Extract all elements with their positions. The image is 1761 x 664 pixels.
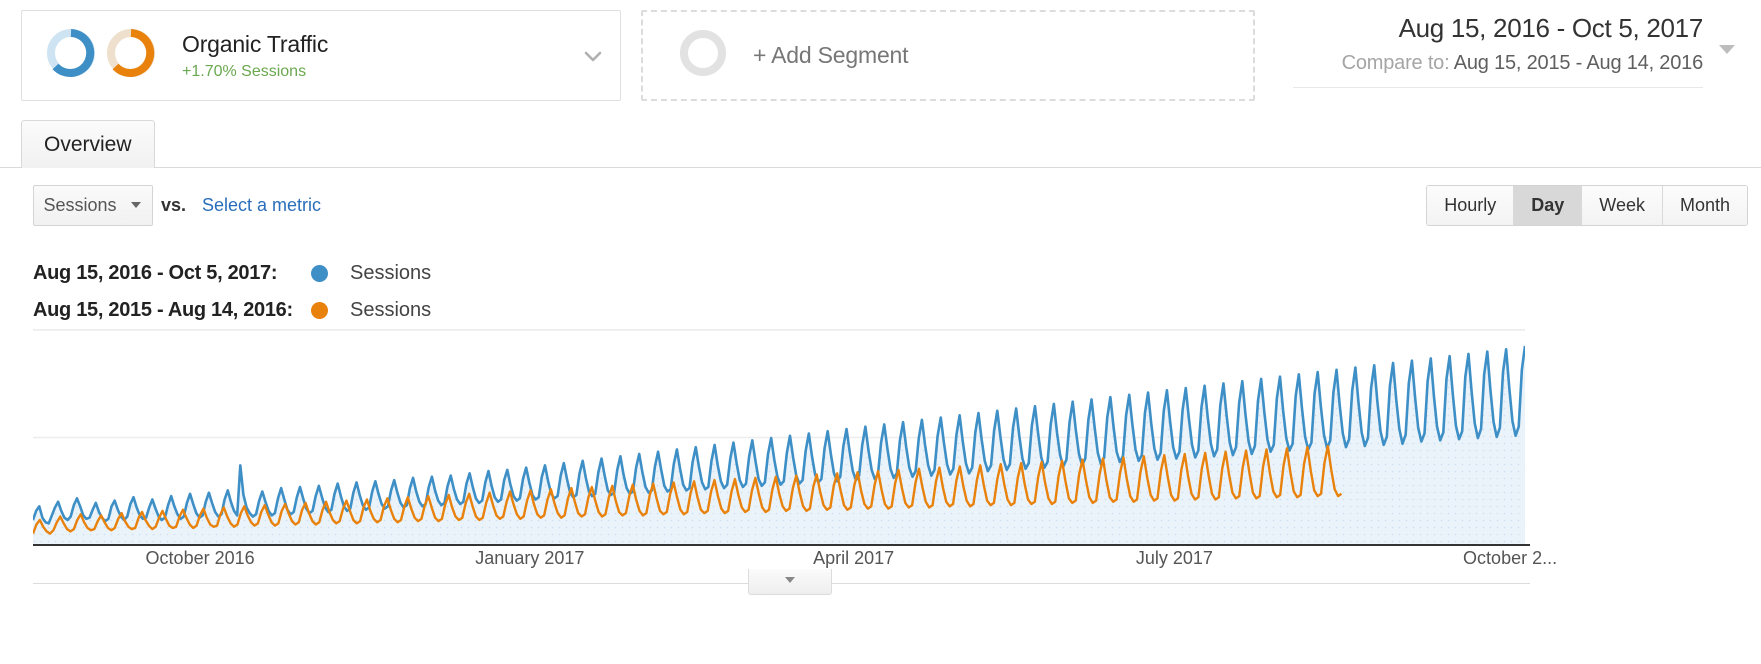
add-segment-button[interactable]: + Add Segment	[641, 10, 1255, 101]
chart-svg	[33, 330, 1525, 545]
date-range-compare: Compare to: Aug 15, 2015 - Aug 14, 2016	[1267, 48, 1704, 78]
metric-select-sessions[interactable]: Sessions	[33, 185, 153, 226]
metric-select-label: Sessions	[43, 195, 117, 215]
x-axis-tick-label: July 2017	[1135, 548, 1213, 568]
tab-strip: Overview	[0, 113, 1761, 168]
granularity-month[interactable]: Month	[1662, 186, 1747, 225]
granularity-month-label: Month	[1679, 195, 1730, 215]
granularity-hourly-label: Hourly	[1444, 195, 1497, 215]
add-segment-label: + Add Segment	[753, 42, 909, 68]
donut-blue-icon	[42, 24, 100, 87]
vs-label: vs.	[161, 195, 187, 215]
legend-row-compare: Aug 15, 2015 - Aug 14, 2016: Sessions	[33, 292, 431, 329]
triangle-down-icon[interactable]	[1713, 34, 1741, 67]
chart-x-axis-line	[33, 544, 1530, 546]
segment-name: Organic Traffic	[182, 30, 329, 57]
x-axis-tick-label: January 2017	[475, 548, 585, 568]
legend-range-compare: Aug 15, 2015 - Aug 14, 2016:	[33, 299, 293, 321]
analytics-overview-page: Organic Traffic +1.70% Sessions + Add Se…	[0, 0, 1761, 664]
x-axis-tick-label: October 2016	[145, 548, 255, 568]
chart-legend: Aug 15, 2016 - Oct 5, 2017: Sessions Aug…	[33, 255, 431, 329]
legend-range-primary: Aug 15, 2016 - Oct 5, 2017:	[33, 262, 278, 284]
tab-overview-label: Overview	[44, 132, 132, 156]
collapse-chart-handle[interactable]	[748, 569, 832, 595]
segment-donut-icons	[42, 24, 160, 87]
donut-empty-icon	[675, 25, 731, 86]
granularity-day[interactable]: Day	[1514, 186, 1583, 225]
chevron-down-icon[interactable]	[580, 43, 606, 69]
granularity-week[interactable]: Week	[1582, 186, 1663, 225]
legend-row-primary: Aug 15, 2016 - Oct 5, 2017: Sessions	[33, 255, 431, 292]
compare-to-label: Compare to:	[1341, 52, 1450, 74]
tab-overview[interactable]: Overview	[21, 120, 155, 168]
granularity-week-label: Week	[1599, 195, 1645, 215]
segment-card-organic-traffic[interactable]: Organic Traffic +1.70% Sessions	[21, 10, 621, 101]
date-range-primary: Aug 15, 2016 - Oct 5, 2017	[1398, 13, 1704, 43]
compare-to-value: Aug 15, 2015 - Aug 14, 2016	[1453, 52, 1703, 74]
legend-metric-compare: Sessions	[350, 299, 432, 321]
x-axis-tick-label: October 2...	[1463, 548, 1558, 568]
x-axis-tick-label: April 2017	[813, 548, 895, 568]
legend-metric-primary: Sessions	[350, 262, 432, 284]
sessions-timeseries-chart[interactable]	[33, 330, 1525, 545]
top-bar: Organic Traffic +1.70% Sessions + Add Se…	[0, 0, 1761, 113]
legend-dot-compare	[311, 302, 328, 319]
legend-dot-primary	[311, 265, 328, 282]
date-range-picker[interactable]: Aug 15, 2016 - Oct 5, 2017 Compare to: A…	[1267, 8, 1747, 94]
date-range-underline	[1293, 87, 1703, 88]
donut-orange-icon	[102, 24, 160, 87]
select-a-metric-link[interactable]: Select a metric	[202, 195, 321, 216]
granularity-button-group: Hourly Day Week Month	[1426, 185, 1748, 226]
segment-text: Organic Traffic +1.70% Sessions	[182, 29, 328, 83]
granularity-day-label: Day	[1531, 195, 1565, 215]
segment-delta: +1.70% Sessions	[182, 62, 307, 80]
chart-x-axis-ticks: October 2016 January 2017 April 2017 July 2…	[0, 548, 1761, 580]
triangle-down-icon	[129, 195, 143, 216]
triangle-down-icon	[782, 571, 798, 592]
granularity-hourly[interactable]: Hourly	[1427, 186, 1515, 225]
